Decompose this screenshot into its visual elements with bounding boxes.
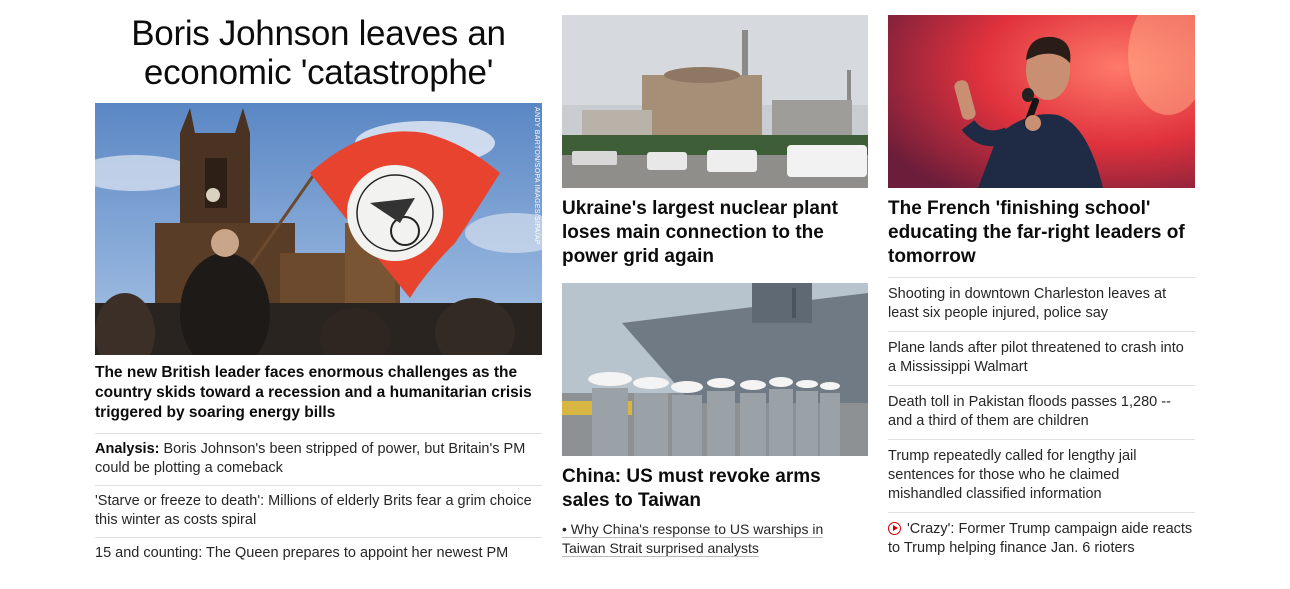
speaker-image[interactable] bbox=[888, 15, 1195, 188]
story-card[interactable]: China: US must revoke arms sales to Taiw… bbox=[562, 283, 868, 558]
lead-story: Boris Johnson leaves an economic 'catast… bbox=[95, 14, 542, 570]
lead-description[interactable]: The new British leader faces enormous ch… bbox=[95, 363, 542, 423]
list-item-text: Boris Johnson's been stripped of power, … bbox=[95, 441, 526, 476]
list-item[interactable]: Plane lands after pilot threatened to cr… bbox=[888, 331, 1195, 385]
list-item-text: Shooting in downtown Charleston leaves a… bbox=[888, 286, 1167, 321]
image-credit: ANDY BARTON/SOPA IMAGES/SIPA/AP bbox=[533, 107, 540, 245]
list-item[interactable]: Trump repeatedly called for lengthy jail… bbox=[888, 439, 1195, 512]
related-link[interactable]: • Why China's response to US warships in… bbox=[562, 521, 824, 557]
nuclear-plant-image[interactable] bbox=[562, 15, 868, 188]
lead-image[interactable]: ANDY BARTON/SOPA IMAGES/SIPA/AP bbox=[95, 103, 542, 355]
list-item-text: 'Crazy': Former Trump campaign aide reac… bbox=[888, 521, 1193, 556]
related-link-wrap: • Why China's response to US warships in… bbox=[562, 520, 832, 558]
right-column: The French 'finishing school' educating … bbox=[888, 15, 1195, 566]
headline-list: Shooting in downtown Charleston leaves a… bbox=[888, 277, 1195, 566]
analysis-label: Analysis: bbox=[95, 441, 160, 457]
list-item-text: 15 and counting: The Queen prepares to a… bbox=[95, 545, 509, 561]
video-play-icon bbox=[888, 522, 901, 535]
list-item-text: 'Starve or freeze to death': Millions of… bbox=[95, 493, 532, 528]
list-item[interactable]: Death toll in Pakistan floods passes 1,2… bbox=[888, 385, 1195, 439]
lead-related-list: Analysis: Boris Johnson's been stripped … bbox=[95, 433, 542, 570]
list-item[interactable]: Shooting in downtown Charleston leaves a… bbox=[888, 277, 1195, 331]
list-item[interactable]: 'Crazy': Former Trump campaign aide reac… bbox=[888, 512, 1195, 566]
list-item-text: Death toll in Pakistan floods passes 1,2… bbox=[888, 394, 1171, 429]
list-item[interactable]: 15 and counting: The Queen prepares to a… bbox=[95, 537, 542, 570]
list-item-text: Plane lands after pilot threatened to cr… bbox=[888, 340, 1184, 375]
story-headline[interactable]: China: US must revoke arms sales to Taiw… bbox=[562, 465, 868, 513]
story-card[interactable]: The French 'finishing school' educating … bbox=[888, 15, 1195, 269]
list-item-text: Trump repeatedly called for lengthy jail… bbox=[888, 448, 1137, 502]
list-item[interactable]: Analysis: Boris Johnson's been stripped … bbox=[95, 433, 542, 485]
story-headline[interactable]: The French 'finishing school' educating … bbox=[888, 197, 1195, 269]
warship-image[interactable] bbox=[562, 283, 868, 456]
middle-column: Ukraine's largest nuclear plant loses ma… bbox=[562, 15, 868, 558]
story-card[interactable]: Ukraine's largest nuclear plant loses ma… bbox=[562, 15, 868, 269]
story-headline[interactable]: Ukraine's largest nuclear plant loses ma… bbox=[562, 197, 868, 269]
list-item[interactable]: 'Starve or freeze to death': Millions of… bbox=[95, 485, 542, 537]
lead-headline[interactable]: Boris Johnson leaves an economic 'catast… bbox=[95, 14, 542, 92]
